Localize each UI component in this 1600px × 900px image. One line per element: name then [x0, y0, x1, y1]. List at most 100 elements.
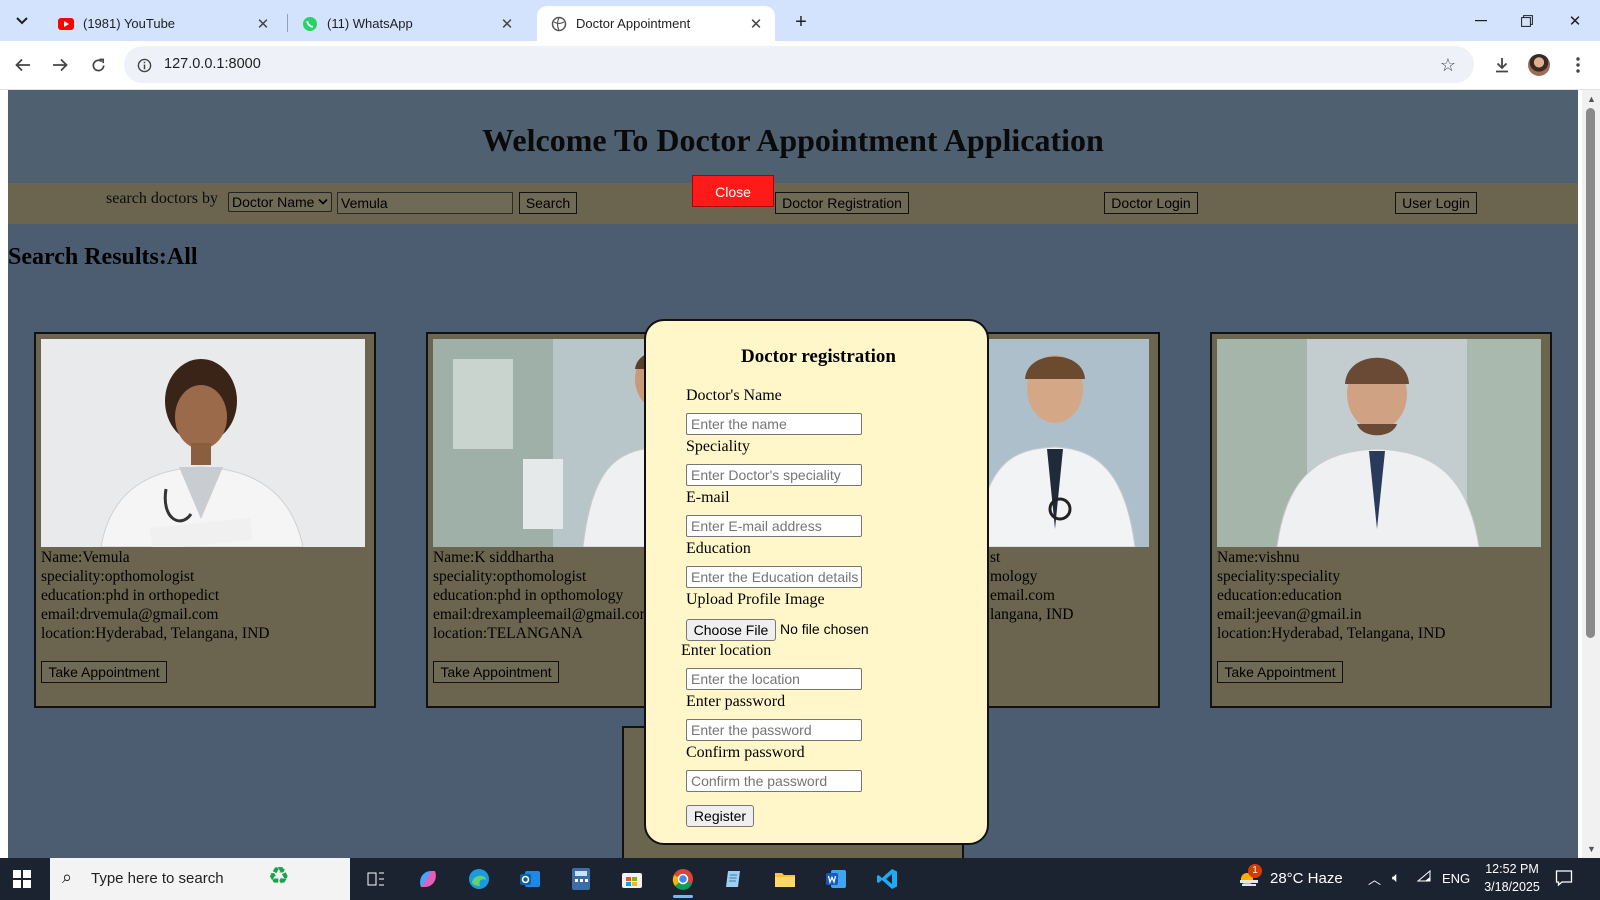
scroll-up-icon[interactable]: ▲	[1587, 94, 1596, 104]
choose-file-button[interactable]: Choose File	[686, 619, 776, 641]
password-label: Enter password	[686, 693, 786, 710]
minimize-icon[interactable]	[1466, 8, 1496, 34]
doctor-name: Name:K siddhartha	[433, 549, 554, 566]
profile-avatar[interactable]	[1528, 54, 1550, 76]
doctor-info: Name:Vemula speciality:opthomologist edu…	[41, 548, 269, 643]
take-appointment-button[interactable]: Take Appointment	[433, 661, 559, 683]
doctor-registration-button[interactable]: Doctor Registration	[775, 192, 909, 214]
search-input[interactable]: Vemula	[337, 192, 513, 214]
education-field[interactable]	[686, 566, 862, 588]
calculator-icon[interactable]	[565, 864, 597, 894]
file-explorer-icon[interactable]	[769, 864, 801, 894]
scroll-down-icon[interactable]: ▼	[1587, 844, 1596, 854]
doctor-login-button[interactable]: Doctor Login	[1104, 192, 1198, 214]
back-icon[interactable]	[9, 51, 37, 79]
upload-image-label: Upload Profile Image	[686, 591, 825, 608]
chevron-up-icon[interactable]: ︿	[1368, 869, 1381, 888]
address-bar[interactable]: 127.0.0.1:8000 ☆	[124, 46, 1474, 83]
copilot-icon[interactable]	[412, 864, 444, 894]
doctor-photo	[41, 339, 365, 547]
doctor-card: Name:Vemula speciality:opthomologist edu…	[34, 332, 376, 708]
doctor-info: Name:K siddhartha speciality:opthomologi…	[433, 548, 652, 643]
chrome-icon[interactable]	[667, 864, 699, 898]
browser-tab-strip: (1981) YouTube ✕ (11) WhatsApp ✕ Doctor …	[0, 0, 1600, 41]
language-indicator[interactable]: ENG	[1442, 871, 1470, 886]
close-tab-icon[interactable]: ✕	[254, 15, 272, 33]
notification-icon[interactable]	[1555, 869, 1573, 890]
password-field[interactable]	[686, 719, 862, 741]
tab-label: (1981) YouTube	[83, 16, 176, 31]
user-login-button[interactable]: User Login	[1395, 192, 1477, 214]
word-icon[interactable]	[820, 864, 852, 894]
file-status: No file chosen	[780, 621, 869, 637]
forward-icon[interactable]	[46, 51, 74, 79]
new-tab-icon[interactable]: +	[788, 9, 814, 35]
scroll-thumb[interactable]	[1586, 108, 1595, 638]
globe-icon	[551, 16, 567, 32]
doctor-name-field[interactable]	[686, 413, 862, 435]
doctor-name: Name:vishnu	[1217, 549, 1300, 566]
doctor-info: Name:vishnu speciality:speciality educat…	[1217, 548, 1445, 643]
speciality-label: Speciality	[686, 438, 750, 455]
search-by-select[interactable]: Doctor Name	[228, 192, 332, 212]
doctor-email: email:jeevan@gmail.in	[1217, 606, 1362, 623]
doctor-speciality: speciality:opthomologist	[41, 568, 195, 585]
clock-date[interactable]: 3/18/2025	[1480, 880, 1544, 894]
confirm-password-label: Confirm password	[686, 744, 805, 761]
confirm-password-field[interactable]	[686, 770, 862, 792]
take-appointment-button[interactable]: Take Appointment	[1217, 661, 1343, 683]
search-button[interactable]: Search	[519, 192, 577, 214]
tab-search-icon[interactable]	[9, 8, 35, 34]
chevron-down-icon	[318, 193, 328, 211]
outlook-icon[interactable]	[514, 864, 546, 894]
close-tab-icon[interactable]: ✕	[498, 15, 516, 33]
weather-text[interactable]: 28°C Haze	[1270, 870, 1343, 887]
doctor-education: education:phd in orthopedict	[41, 587, 220, 604]
doctor-speciality: speciality:speciality	[1217, 568, 1341, 585]
take-appointment-button[interactable]: Take Appointment	[41, 661, 167, 683]
page-scrollbar[interactable]: ▲ ▼	[1582, 90, 1600, 858]
education-label: Education	[686, 540, 751, 557]
download-icon[interactable]	[1488, 51, 1516, 79]
notepad-icon[interactable]	[718, 864, 750, 894]
reload-icon[interactable]	[84, 51, 112, 79]
close-button[interactable]: Close	[692, 175, 774, 207]
email-field[interactable]	[686, 515, 862, 537]
email-label: E-mail	[686, 489, 730, 506]
tab-youtube[interactable]: (1981) YouTube ✕	[44, 6, 282, 41]
weather-badge: 1	[1248, 864, 1262, 878]
speaker-icon[interactable]: 🔈︎	[1392, 869, 1400, 886]
tab-doctor-appointment[interactable]: Doctor Appointment ✕	[537, 6, 775, 41]
location-field[interactable]	[686, 668, 862, 690]
tab-whatsapp[interactable]: (11) WhatsApp ✕	[288, 6, 526, 41]
taskbar-search[interactable]: ⌕ Type here to search ♻	[50, 858, 350, 900]
edge-icon[interactable]	[463, 864, 495, 894]
taskbar-search-placeholder: Type here to search	[91, 870, 224, 887]
close-window-icon[interactable]: ✕	[1560, 8, 1590, 34]
task-view-icon[interactable]	[360, 864, 392, 894]
store-icon[interactable]	[616, 864, 648, 894]
clock-time[interactable]: 12:52 PM	[1482, 862, 1542, 876]
network-icon[interactable]	[1416, 869, 1432, 886]
browser-menu-icon[interactable]	[1564, 51, 1592, 79]
tab-label: Doctor Appointment	[576, 16, 691, 31]
doctor-email: email:drvemula@gmail.com	[41, 606, 219, 623]
tab-label: (11) WhatsApp	[327, 16, 413, 31]
speciality-field[interactable]	[686, 464, 862, 486]
vscode-icon[interactable]	[871, 864, 903, 894]
bookmark-star-icon[interactable]: ☆	[1436, 53, 1460, 77]
windows-start-icon[interactable]	[13, 870, 31, 888]
site-info-icon[interactable]	[132, 53, 156, 77]
restore-icon[interactable]	[1512, 8, 1542, 34]
doctor-location: langana, IND	[990, 606, 1074, 623]
close-tab-icon[interactable]: ✕	[747, 15, 765, 33]
doctor-education: education:education	[1217, 587, 1342, 604]
register-button[interactable]: Register	[686, 805, 754, 827]
doctor-education: education:phd in opthomology	[433, 587, 624, 604]
doctor-name: Name:Vemula	[41, 549, 130, 566]
doctor-email: email:drexampleemail@gmail.com	[433, 606, 652, 623]
doctor-speciality: st	[990, 549, 1001, 566]
windows-taskbar: ⌕ Type here to search ♻ 1 28°C Haze ︿ 🔈︎	[0, 858, 1600, 900]
doctor-registration-modal: Doctor registration Doctor's Name Specia…	[644, 319, 989, 845]
search-by-value: Doctor Name	[232, 194, 315, 210]
